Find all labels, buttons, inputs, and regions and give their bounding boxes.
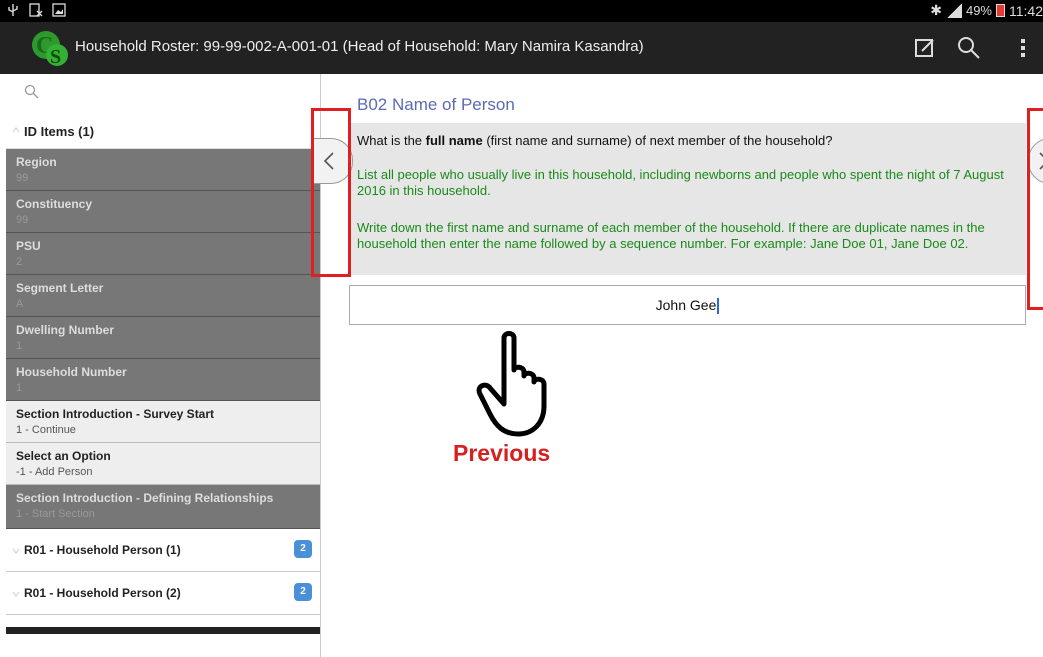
sidebar-search[interactable]: [6, 74, 320, 112]
system-icons: ✱ 49% 11:42: [930, 2, 1043, 19]
sidebar-item-value: A: [16, 298, 24, 310]
battery-icon: [996, 4, 1005, 17]
sidebar-item-value: 1: [16, 382, 23, 394]
chevron-down-icon: [12, 548, 20, 554]
status-bar: ✱ 49% 11:42: [0, 0, 1043, 22]
chevron-up-icon: [12, 127, 20, 133]
sidebar-item-name: Segment Letter: [16, 281, 104, 295]
sidebar-item-value: 2: [16, 256, 23, 268]
question-text-bold: full name: [425, 133, 483, 148]
previous-callout-label: Previous: [453, 440, 551, 466]
sidebar-item-segment-letter[interactable]: Segment Letter A: [6, 275, 320, 317]
question-help-text: List all people who usually live in this…: [357, 167, 1004, 198]
sidebar-item-name: PSU: [16, 239, 41, 253]
question-text-end: (first name and surname) of next member …: [482, 133, 833, 148]
sidebar-group-label: R01 - Household Person (1): [24, 543, 181, 557]
previous-highlight-box: [311, 108, 351, 277]
battery-percent: 49%: [965, 3, 992, 18]
no-sim-icon: [29, 3, 43, 17]
clock: 11:42: [1009, 2, 1043, 19]
sidebar-item-name: Section Introduction - Defining Relation…: [16, 491, 274, 505]
text-cursor: [717, 298, 720, 315]
signal-icon: [945, 3, 962, 18]
sidebar-item-name: Household Number: [16, 365, 127, 379]
sidebar-item-region[interactable]: Region 99: [6, 149, 320, 191]
answer-input[interactable]: John Gee: [349, 285, 1026, 325]
question-help-text: Write down the first name and surname of…: [357, 220, 985, 251]
sidebar-group-household-person-1[interactable]: R01 - Household Person (1) 2: [6, 529, 320, 572]
action-bar: C S Household Roster: 99-99-002-A-001-01…: [0, 22, 1043, 74]
question-panel: B02 Name of Person What is the full name…: [321, 74, 1043, 657]
sidebar-item-psu[interactable]: PSU 2: [6, 233, 320, 275]
sidebar-item-name: Dwelling Number: [16, 323, 115, 337]
sidebar-item-value: 99: [16, 172, 29, 184]
sidebar-item-select-option[interactable]: Select an Option -1 - Add Person: [6, 443, 320, 485]
next-highlight-box: [1027, 108, 1043, 310]
sidebar-item-name: Select an Option: [16, 449, 111, 463]
answer-value: John Gee: [655, 297, 717, 313]
sidebar-scroll-bar: [6, 627, 320, 634]
page-title: Household Roster: 99-99-002-A-001-01 (He…: [75, 38, 644, 55]
sidebar-search-icon[interactable]: [24, 84, 40, 100]
sidebar-item-value: 99: [16, 214, 29, 226]
sidebar-group-household-person-2[interactable]: R01 - Household Person (2) 2: [6, 572, 320, 615]
usb-icon: [6, 3, 20, 17]
count-badge: 2: [294, 540, 312, 558]
svg-text:S: S: [50, 46, 61, 68]
sidebar-item-household-number[interactable]: Household Number 1: [6, 359, 320, 401]
sidebar-section-label: ID Items (1): [24, 124, 95, 139]
sidebar-item-constituency[interactable]: Constituency 99: [6, 191, 320, 233]
bluetooth-icon: ✱: [930, 2, 942, 18]
sidebar-item-value: 1 - Start Section: [16, 508, 95, 520]
edit-icon[interactable]: [912, 35, 938, 61]
question-title: B02 Name of Person: [357, 95, 515, 114]
sidebar-item-defining-relationships[interactable]: Section Introduction - Defining Relation…: [6, 485, 320, 529]
sidebar-item-name: Constituency: [16, 197, 93, 211]
sidebar-item-value: 1 - Continue: [16, 424, 76, 436]
pointing-hand-icon: [470, 330, 570, 440]
screenshot-icon: [52, 3, 66, 17]
question-navigation-sidebar: ID Items (1) Region 99 Constituency 99 P…: [6, 74, 321, 657]
overflow-menu-icon[interactable]: [1018, 35, 1028, 61]
sidebar-item-name: Section Introduction - Survey Start: [16, 407, 215, 421]
search-icon[interactable]: [956, 35, 982, 61]
sidebar-item-value: -1 - Add Person: [16, 466, 93, 478]
question-text-start: What is the: [357, 133, 426, 148]
sidebar-section-id-items[interactable]: ID Items (1): [6, 112, 320, 149]
sidebar-item-name: Region: [16, 155, 57, 169]
sidebar-group-label: R01 - Household Person (2): [24, 586, 181, 600]
notification-icons: [6, 3, 66, 17]
app-logo-icon[interactable]: C S: [30, 27, 70, 69]
sidebar-item-dwelling-number[interactable]: Dwelling Number 1: [6, 317, 320, 359]
count-badge: 2: [294, 583, 312, 601]
sidebar-item-value: 1: [16, 340, 23, 352]
sidebar-item-survey-start[interactable]: Section Introduction - Survey Start 1 - …: [6, 401, 320, 443]
question-text: What is the full name (first name and su…: [357, 132, 1020, 149]
chevron-down-icon: [12, 591, 20, 597]
question-box: What is the full name (first name and su…: [349, 123, 1026, 275]
